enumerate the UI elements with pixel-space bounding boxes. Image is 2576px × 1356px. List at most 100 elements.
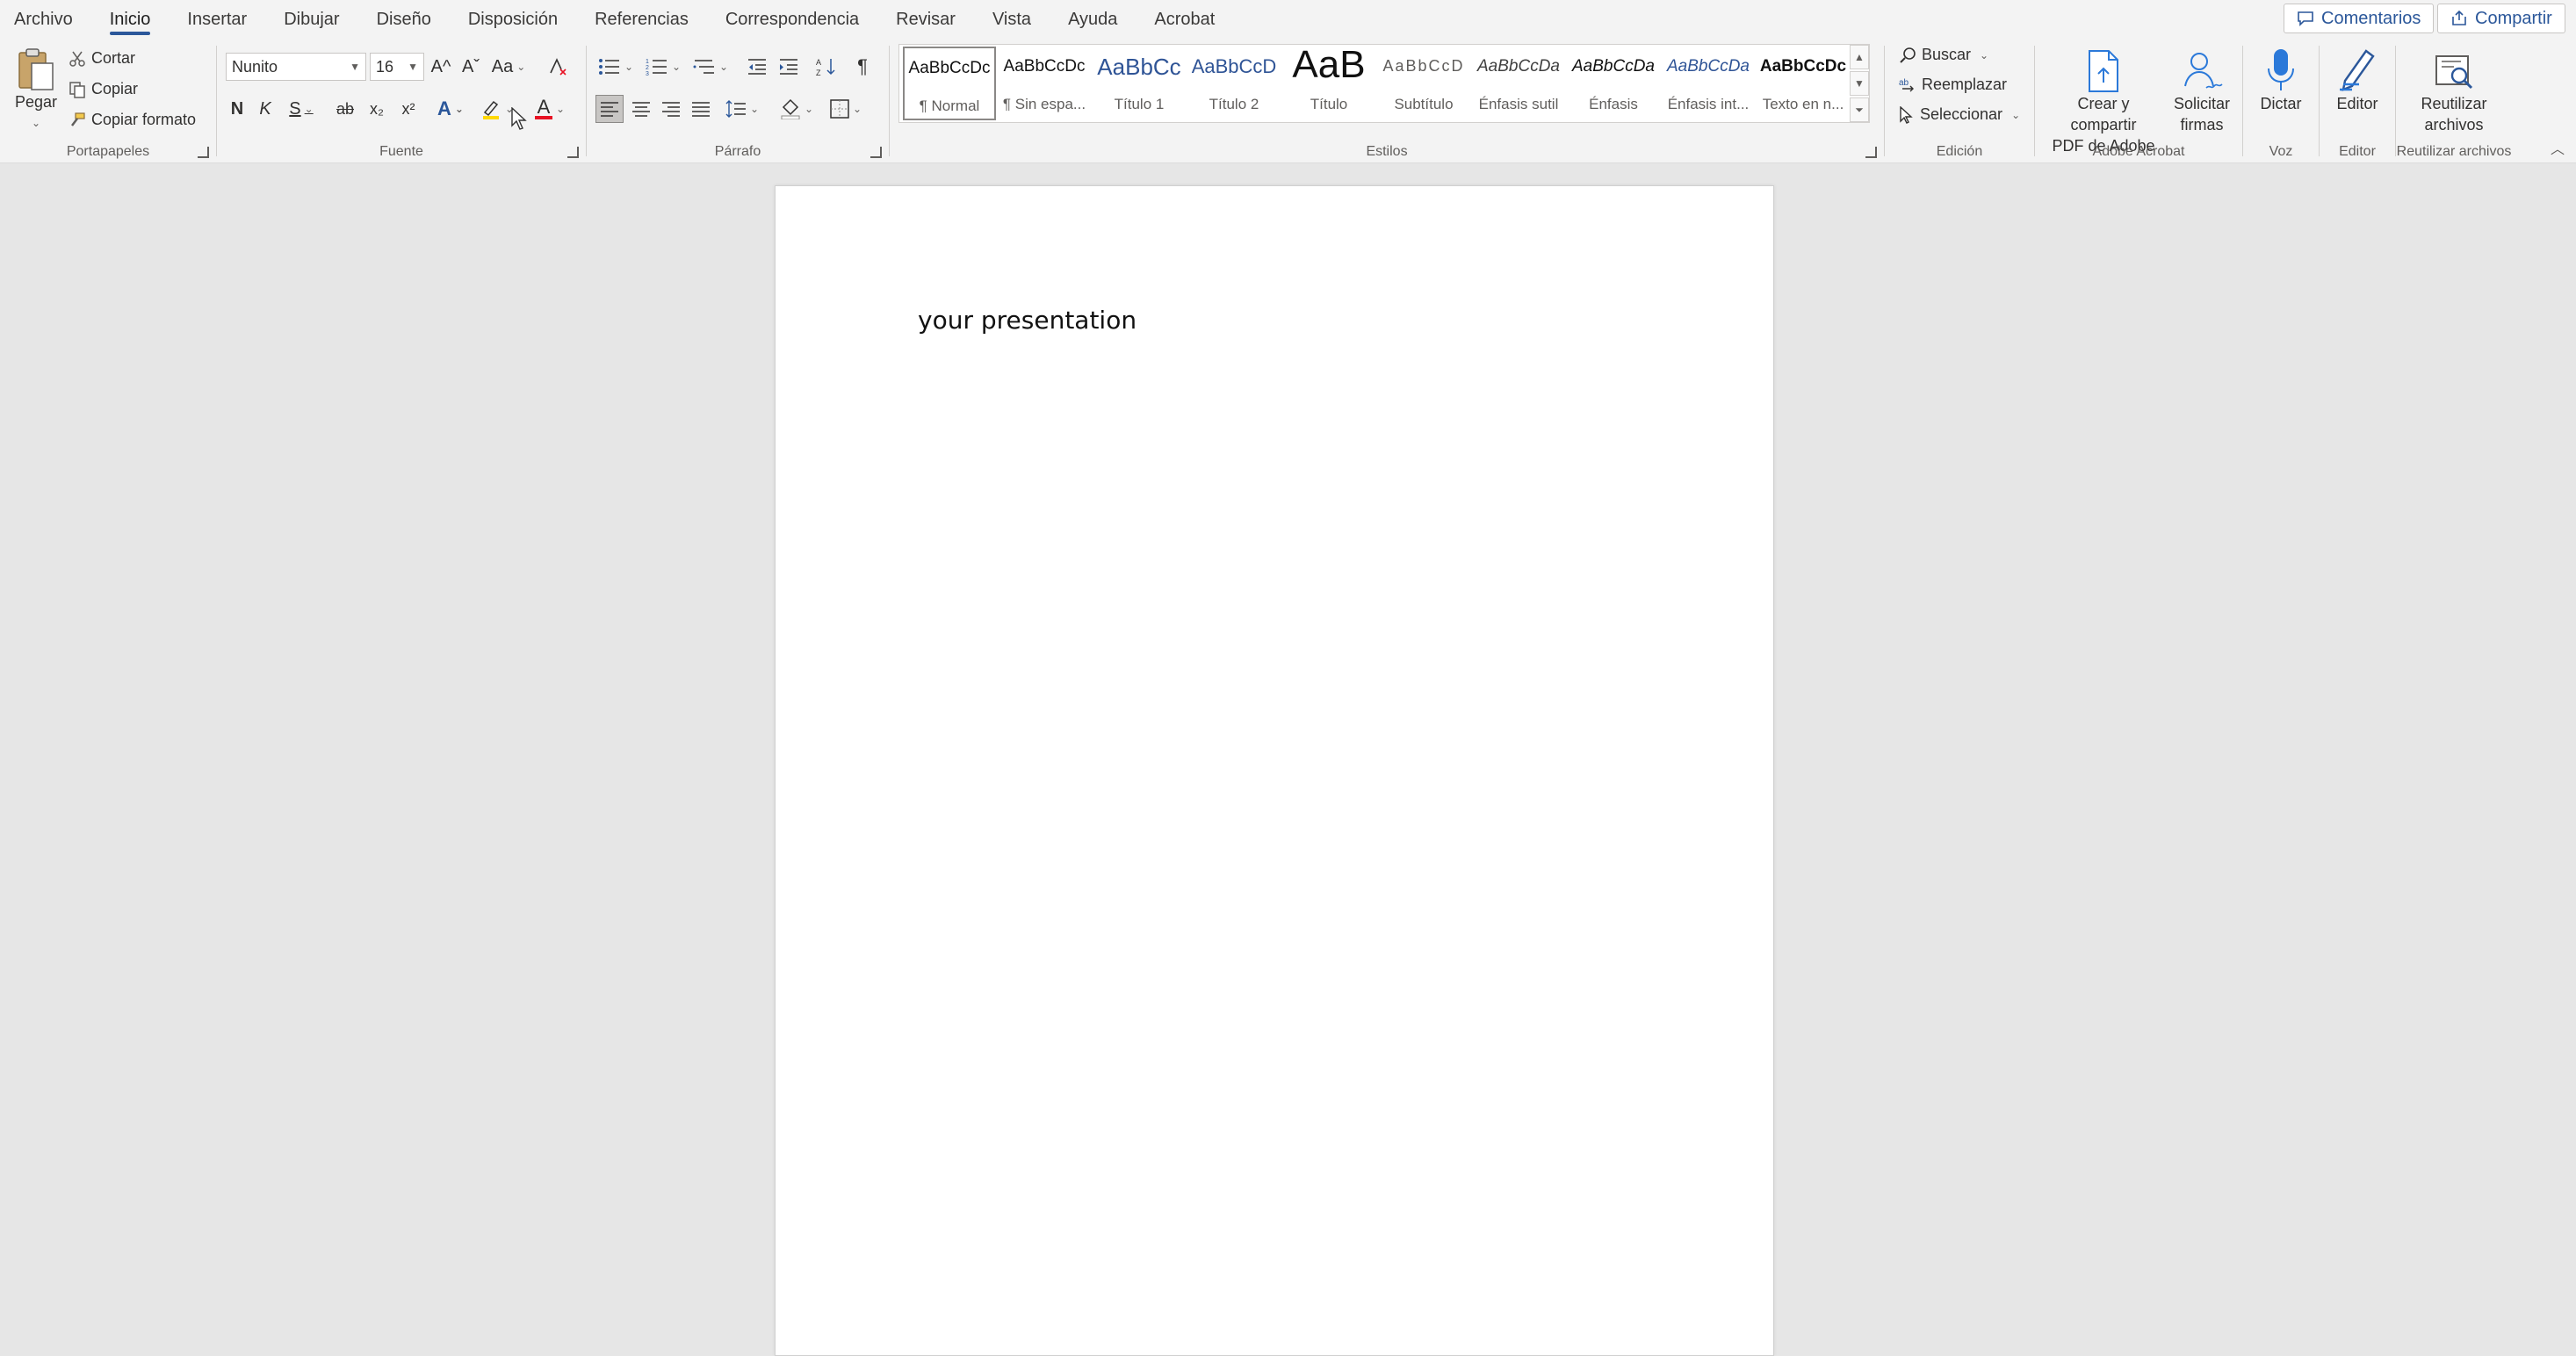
styles-group-label: Estilos: [1366, 144, 1408, 159]
clipboard-launcher-icon[interactable]: [198, 147, 209, 158]
font-group-label: Fuente: [379, 144, 423, 159]
increase-indent-button[interactable]: [775, 53, 803, 81]
font-launcher-icon[interactable]: [567, 147, 579, 158]
tab-correspondencia[interactable]: Correspondencia: [725, 0, 859, 39]
multilevel-list-button[interactable]: ⌄: [690, 53, 731, 81]
paste-button[interactable]: Pegar ⌄: [11, 44, 61, 133]
bold-button[interactable]: N: [226, 95, 249, 123]
document-page[interactable]: your presentation: [775, 185, 1774, 1356]
tab-referencias[interactable]: Referencias: [595, 0, 689, 39]
font-name-select[interactable]: Nunito ▼: [226, 53, 366, 81]
underline-button[interactable]: S ⌄: [282, 95, 321, 123]
borders-button[interactable]: ⌄: [824, 95, 868, 123]
find-button[interactable]: Buscar ⌄: [1899, 46, 1988, 64]
style-sample: AaBbCcDa: [1477, 57, 1560, 76]
create-pdf-button[interactable]: Crear y compartir PDF de Adobe: [2044, 44, 2163, 156]
dictate-button[interactable]: Dictar: [2247, 44, 2315, 114]
font-color-swatch: [534, 116, 552, 119]
ribbon: Pegar ⌄ Cortar Copiar Copiar formato Por…: [0, 39, 2576, 163]
styles-gallery: AaBbCcDc ¶ Normal AaBbCcDc ¶ Sin espa...…: [898, 43, 1870, 123]
numbering-button[interactable]: 1 2 3 ⌄: [643, 53, 683, 81]
show-formatting-button[interactable]: ¶: [848, 53, 877, 81]
style-subtle-emphasis[interactable]: AaBbCcDa Énfasis sutil: [1472, 47, 1565, 120]
tab-insertar[interactable]: Insertar: [187, 0, 247, 39]
mouse-cursor-icon: [511, 107, 527, 130]
tab-inicio[interactable]: Inicio: [109, 0, 150, 39]
tab-disposicion[interactable]: Disposición: [468, 0, 558, 39]
font-size-select[interactable]: 16 ▼: [370, 53, 424, 81]
style-sample: AaBbCcDc: [1003, 57, 1086, 76]
align-center-button[interactable]: [627, 95, 655, 123]
align-left-button[interactable]: [595, 95, 624, 123]
shrink-font-button[interactable]: Aˇ: [458, 53, 484, 81]
strikethrough-button[interactable]: ab: [331, 95, 359, 123]
bullets-button[interactable]: ⌄: [595, 53, 636, 81]
style-subtitle[interactable]: AaBbCcD Subtítulo: [1377, 47, 1470, 120]
sort-button[interactable]: AZ: [812, 53, 840, 81]
styles-launcher-icon[interactable]: [1865, 147, 1877, 158]
gallery-scroll-down-icon[interactable]: ▼: [1850, 71, 1869, 96]
share-label: Compartir: [2475, 8, 2552, 28]
style-heading-1[interactable]: AaBbCc Título 1: [1093, 47, 1186, 120]
tab-dibujar[interactable]: Dibujar: [284, 0, 339, 39]
gallery-scroll-up-icon[interactable]: ▲: [1850, 45, 1869, 69]
text-effects-button[interactable]: A ⌄: [431, 95, 470, 123]
request-signatures-button[interactable]: Solicitar firmas: [2167, 44, 2237, 135]
format-painter-button[interactable]: Copiar formato: [69, 111, 196, 129]
font-name-value: Nunito: [232, 57, 278, 76]
comments-button[interactable]: Comentarios: [2284, 4, 2435, 33]
replace-button[interactable]: ab Reemplazar: [1899, 76, 2007, 94]
style-strong[interactable]: AaBbCcDc Texto en n...: [1757, 47, 1850, 120]
tab-ayuda[interactable]: Ayuda: [1068, 0, 1117, 39]
style-intense-emphasis[interactable]: AaBbCcDa Énfasis int...: [1662, 47, 1755, 120]
editing-group-label: Edición: [1936, 144, 1983, 159]
select-button[interactable]: Seleccionar ⌄: [1899, 105, 2020, 124]
grow-font-button[interactable]: A^: [428, 53, 454, 81]
comments-label: Comentarios: [2321, 8, 2421, 28]
line-spacing-button[interactable]: ⌄: [722, 95, 762, 123]
style-no-spacing[interactable]: AaBbCcDc ¶ Sin espa...: [998, 47, 1091, 120]
align-right-button[interactable]: [657, 95, 685, 123]
font-color-button[interactable]: A ⌄: [530, 95, 570, 123]
editor-button[interactable]: Editor: [2323, 44, 2392, 114]
paste-dropdown-icon[interactable]: ⌄: [11, 112, 61, 133]
dictate-label: Dictar: [2260, 95, 2302, 112]
reuse-files-button[interactable]: Reutilizar archivos: [2399, 44, 2508, 135]
microphone-icon: [2268, 49, 2294, 90]
subscript-button[interactable]: x₂: [363, 95, 391, 123]
shading-button[interactable]: ⌄: [775, 95, 819, 123]
justify-button[interactable]: [687, 95, 715, 123]
clear-formatting-button[interactable]: [544, 53, 574, 81]
tab-diseno[interactable]: Diseño: [377, 0, 431, 39]
paste-icon: [18, 48, 54, 90]
paragraph-launcher-icon[interactable]: [870, 147, 882, 158]
cut-button[interactable]: Cortar: [69, 49, 135, 68]
share-button[interactable]: Compartir: [2437, 4, 2565, 33]
change-case-button[interactable]: Aa ⌄: [489, 53, 528, 81]
voice-group-label: Voz: [2269, 144, 2293, 159]
tab-acrobat[interactable]: Acrobat: [1154, 0, 1215, 39]
document-text[interactable]: your presentation: [918, 306, 1136, 335]
increase-indent-icon: [780, 59, 797, 75]
tab-revisar[interactable]: Revisar: [896, 0, 956, 39]
style-normal[interactable]: AaBbCcDc ¶ Normal: [903, 47, 996, 120]
style-title[interactable]: AaB Título: [1282, 43, 1375, 120]
reuse-files-icon: [2435, 55, 2473, 90]
acrobat-group-label: Adobe Acrobat: [2092, 144, 2185, 159]
style-heading-2[interactable]: AaBbCcD Título 2: [1187, 47, 1281, 120]
copy-button[interactable]: Copiar: [69, 80, 138, 98]
tab-archivo[interactable]: Archivo: [14, 0, 73, 39]
style-emphasis[interactable]: AaBbCcDa Énfasis: [1567, 47, 1660, 120]
superscript-button[interactable]: x²: [394, 95, 422, 123]
collapse-ribbon-icon[interactable]: ︿: [2547, 137, 2568, 158]
decrease-indent-button[interactable]: [743, 53, 771, 81]
tab-vista[interactable]: Vista: [992, 0, 1031, 39]
italic-button[interactable]: K: [254, 95, 277, 123]
multilevel-list-icon: [693, 60, 714, 74]
borders-icon: [830, 99, 849, 119]
gallery-more-icon[interactable]: ⏷: [1850, 97, 1869, 122]
editor-group: Editor Editor: [2320, 39, 2395, 163]
style-name: Subtítulo: [1394, 96, 1454, 112]
decrease-indent-icon: [748, 59, 766, 75]
reuse-files-group-label: Reutilizar archivos: [2396, 144, 2512, 159]
